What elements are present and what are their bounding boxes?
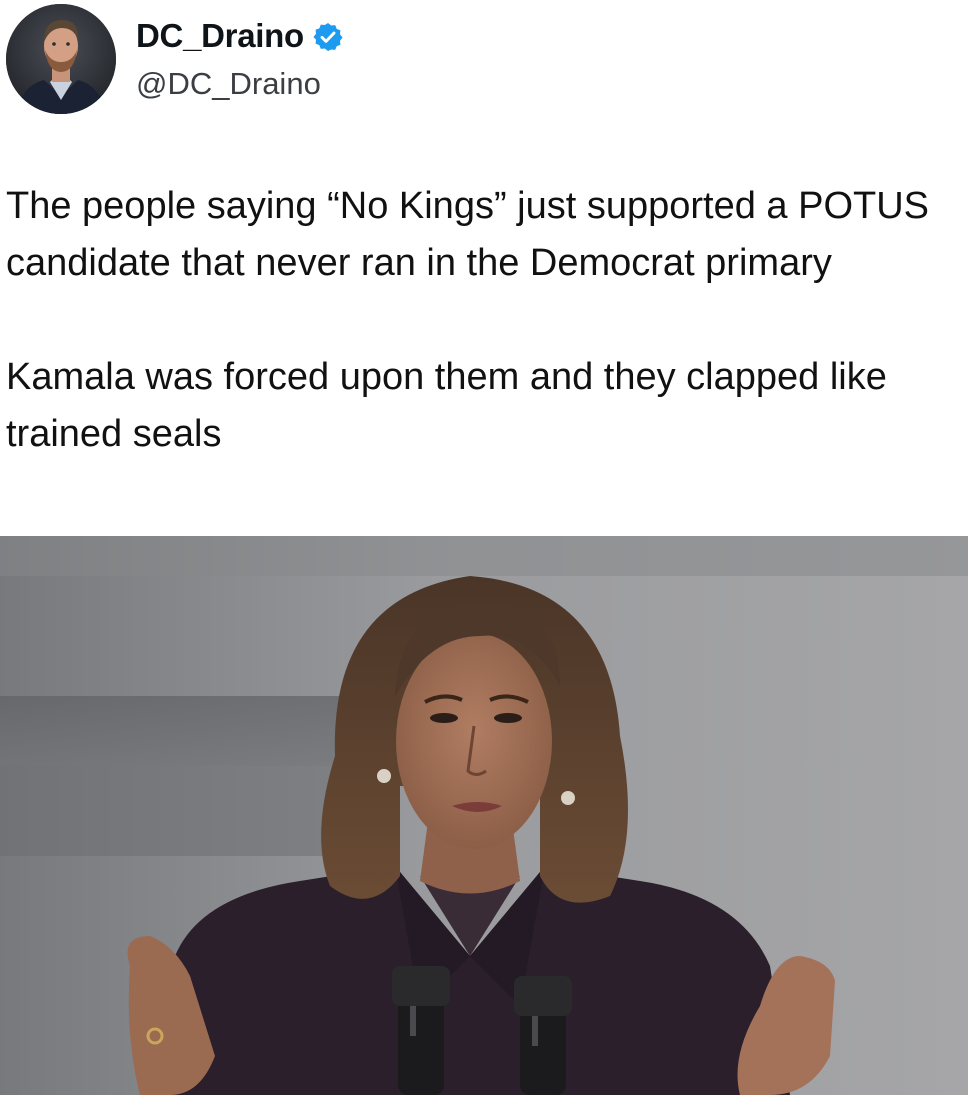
woman-speaking-photo-icon bbox=[0, 536, 968, 1095]
verified-badge-icon bbox=[312, 20, 344, 52]
author-display-name[interactable]: DC_Draino bbox=[136, 14, 304, 58]
tweet-paragraph-1: The people saying “No Kings” just suppor… bbox=[6, 185, 930, 284]
tweet-body: The people saying “No Kings” just suppor… bbox=[6, 178, 961, 463]
tweet-header: DC_Draino @DC_Draino bbox=[0, 0, 968, 130]
author-avatar[interactable] bbox=[6, 4, 116, 114]
avatar-photo-icon bbox=[6, 4, 116, 114]
author-display-name-row[interactable]: DC_Draino bbox=[136, 14, 344, 58]
tweet-media-photo[interactable] bbox=[0, 536, 968, 1095]
tweet-paragraph-2: Kamala was forced upon them and they cla… bbox=[6, 356, 887, 455]
author-handle[interactable]: @DC_Draino bbox=[136, 64, 321, 104]
